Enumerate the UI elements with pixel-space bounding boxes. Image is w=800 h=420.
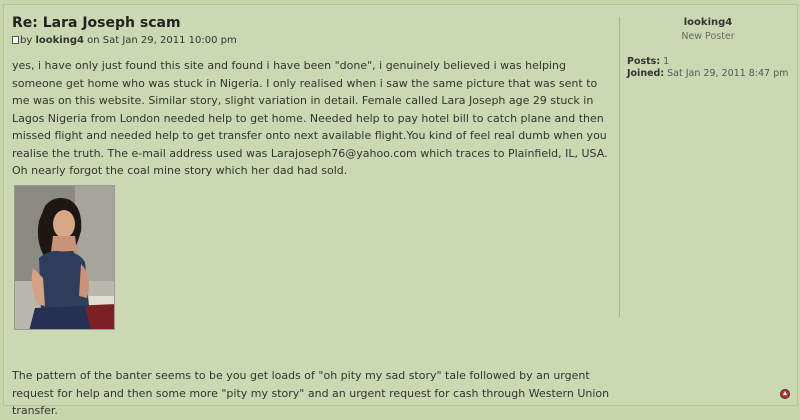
attached-photo <box>14 185 115 330</box>
profile-stats: Posts: 1 Joined: Sat Jan 29, 2011 8:47 p… <box>620 56 796 80</box>
post-content-continued: The pattern of the banter seems to be yo… <box>12 369 610 417</box>
post-title[interactable]: Re: Lara Joseph scam <box>12 14 612 32</box>
profile-rank: New Poster <box>681 31 735 42</box>
joined-value: Sat Jan 29, 2011 8:47 pm <box>667 68 789 79</box>
profile-posts: Posts: 1 <box>627 56 796 68</box>
post-date: on Sat Jan 29, 2011 10:00 pm <box>87 35 237 46</box>
by-label: by <box>20 35 33 46</box>
joined-label: Joined: <box>627 68 665 79</box>
post-content: yes, i have only just found this site an… <box>12 59 608 177</box>
post-body: Re: Lara Joseph scam by looking4 on Sat … <box>12 14 612 417</box>
profile-username[interactable]: looking4 <box>620 17 796 28</box>
profile-joined: Joined: Sat Jan 29, 2011 8:47 pm <box>627 68 796 80</box>
post-profile: looking4 New Poster Posts: 1 Joined: Sat… <box>619 17 796 317</box>
post-container: Re: Lara Joseph scam by looking4 on Sat … <box>3 4 798 417</box>
post-author-line: by looking4 on Sat Jan 29, 2011 10:00 pm <box>12 34 612 47</box>
author-link[interactable]: looking4 <box>35 35 83 46</box>
posts-value[interactable]: 1 <box>663 56 669 67</box>
back-to-top-icon[interactable] <box>780 389 790 399</box>
posts-label: Posts: <box>627 56 661 67</box>
photo-image <box>15 186 114 329</box>
post-icon[interactable] <box>12 36 19 44</box>
